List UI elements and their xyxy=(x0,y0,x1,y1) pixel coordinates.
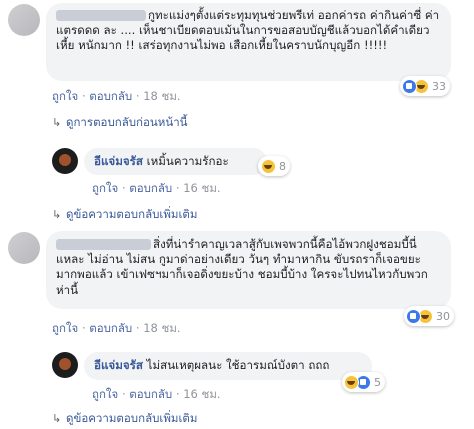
haha-reaction-icon xyxy=(344,374,359,390)
like-link[interactable]: ถูกใจ xyxy=(52,321,78,335)
separator-dot: · xyxy=(81,89,86,103)
like-reaction-icon xyxy=(406,308,421,324)
reaction-summary[interactable]: 5 xyxy=(342,372,385,392)
separator-dot: · xyxy=(121,181,126,195)
comment-time[interactable]: 18 ชม. xyxy=(143,89,180,103)
reply-link[interactable]: ตอบกลับ xyxy=(129,387,172,401)
reply-text: เหมิ้นความรักอะ xyxy=(146,154,229,168)
blurred-commenter-name[interactable] xyxy=(56,239,151,250)
reply-link[interactable]: ตอบกลับ xyxy=(129,181,172,195)
avatar-face-icon xyxy=(59,358,71,370)
reaction-summary[interactable]: 8 xyxy=(258,156,290,176)
view-more-replies-label[interactable]: ดูข้อความตอบกลับเพิ่มเติม xyxy=(66,206,197,224)
reply-time[interactable]: 16 ชม. xyxy=(183,181,220,195)
like-link[interactable]: ถูกใจ xyxy=(52,89,78,103)
reaction-count: 33 xyxy=(432,79,446,93)
view-more-replies[interactable]: ↳ ดูข้อความตอบกลับเพิ่มเติม xyxy=(52,206,197,224)
reply-bubble: อีแจ่มจรัส เหมิ้นความรักอะ xyxy=(84,148,267,175)
view-more-replies[interactable]: ↳ ดูข้อความตอบกลับเพิ่มเติม xyxy=(52,410,197,428)
separator-dot: · xyxy=(135,89,140,103)
reply-link[interactable]: ตอบกลับ xyxy=(89,89,132,103)
comment-bubble: กูทะแม่งๆตั้งแต่ระทุมทุนช่วยพรีเท่ ออกค่… xyxy=(46,3,451,81)
avatar-face-icon xyxy=(59,154,71,166)
reaction-count: 5 xyxy=(374,375,381,389)
reply-actions: ถูกใจ · ตอบกลับ · 16 ชม. xyxy=(92,386,221,404)
reaction-count: 8 xyxy=(279,159,286,173)
reply-author-avatar[interactable] xyxy=(52,352,78,378)
reply-author-name[interactable]: อีแจ่มจรัส xyxy=(94,154,143,168)
reply-arrow-icon: ↳ xyxy=(52,208,62,221)
reply-link[interactable]: ตอบกลับ xyxy=(89,321,132,335)
comment-actions: ถูกใจ · ตอบกลับ · 18 ชม. xyxy=(52,88,181,106)
separator-dot: · xyxy=(175,181,180,195)
reply-actions: ถูกใจ · ตอบกลับ · 16 ชม. xyxy=(92,180,221,198)
view-previous-replies[interactable]: ↳ ดูการตอบกลับก่อนหน้านี้ xyxy=(52,114,188,132)
separator-dot: · xyxy=(135,321,140,335)
reply-arrow-icon: ↳ xyxy=(52,116,62,129)
commenter-avatar[interactable] xyxy=(8,4,40,36)
separator-dot: · xyxy=(81,321,86,335)
reply-time[interactable]: 16 ชม. xyxy=(183,387,220,401)
reply-author-avatar[interactable] xyxy=(52,148,78,174)
reply-text: ไม่สนเหตุผลนะ ใช้อารมณ์บังตา ถถถ xyxy=(146,358,330,372)
reply-author-name[interactable]: อีแจ่มจรัส xyxy=(94,358,143,372)
commenter-avatar[interactable] xyxy=(8,232,40,264)
reaction-summary[interactable]: 33 xyxy=(400,76,450,96)
blurred-commenter-name[interactable] xyxy=(56,10,146,21)
view-previous-replies-label[interactable]: ดูการตอบกลับก่อนหน้านี้ xyxy=(66,114,188,132)
like-link[interactable]: ถูกใจ xyxy=(92,387,118,401)
reply-arrow-icon: ↳ xyxy=(52,412,62,425)
reaction-summary[interactable]: 30 xyxy=(404,306,454,326)
comment-actions: ถูกใจ · ตอบกลับ · 18 ชม. xyxy=(52,320,181,338)
haha-reaction-icon xyxy=(261,158,276,174)
comment-time[interactable]: 18 ชม. xyxy=(143,321,180,335)
separator-dot: · xyxy=(175,387,180,401)
like-link[interactable]: ถูกใจ xyxy=(92,181,118,195)
separator-dot: · xyxy=(121,387,126,401)
comment-bubble: สิ่งที่น่ารำคาญเวลาสู้กับเพจพวกนี้คือไอ้… xyxy=(46,231,451,309)
reply-bubble: อีแจ่มจรัส ไม่สนเหตุผลนะ ใช้อารมณ์บังตา … xyxy=(84,352,372,380)
like-reaction-icon xyxy=(402,78,417,94)
view-more-replies-label[interactable]: ดูข้อความตอบกลับเพิ่มเติม xyxy=(66,410,197,428)
reaction-count: 30 xyxy=(436,309,450,323)
